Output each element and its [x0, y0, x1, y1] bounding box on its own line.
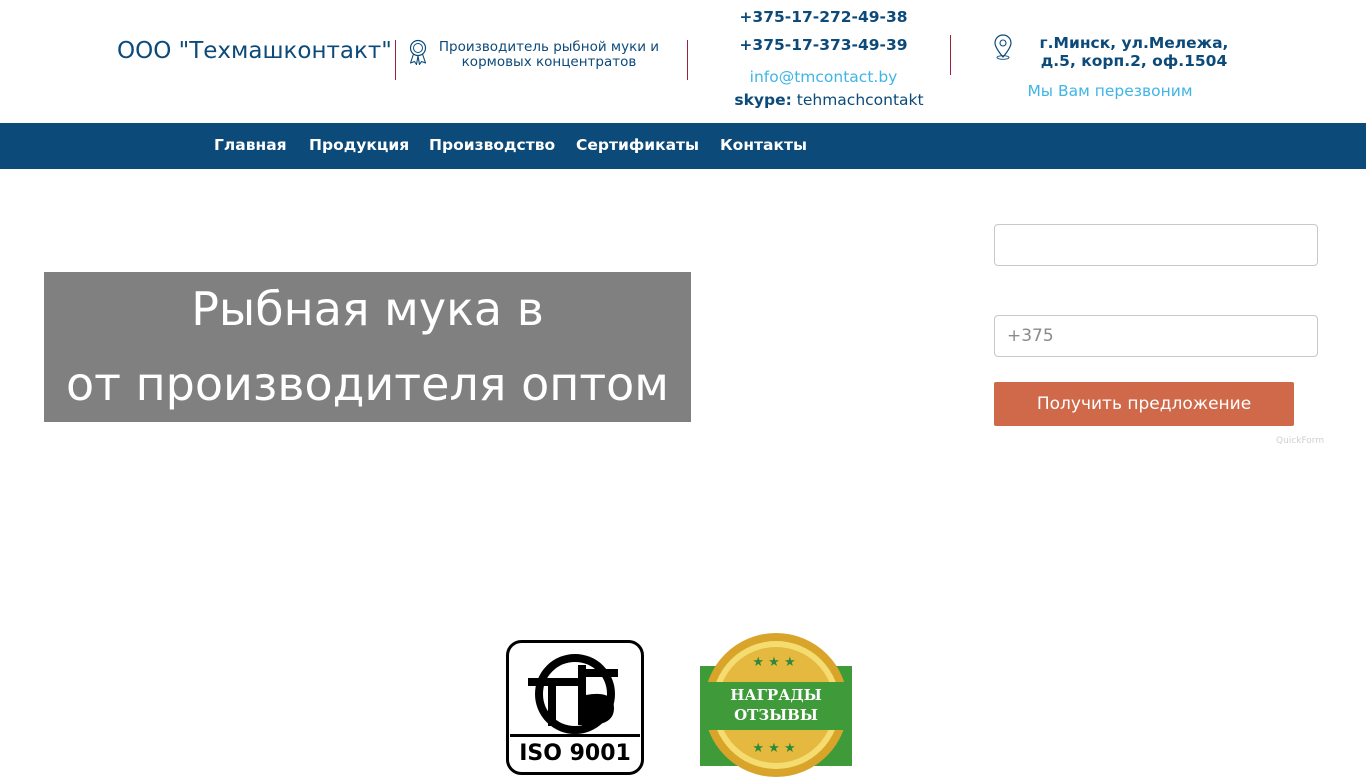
skype-label: skype: — [734, 91, 792, 109]
hero-banner: Рыбная мука в от производителя оптом — [44, 272, 691, 422]
hero-title-line-1: Рыбная мука в — [191, 282, 544, 336]
header-divider — [950, 35, 951, 75]
awards-line-1: НАГРАДЫ — [730, 686, 822, 704]
name-input[interactable] — [994, 224, 1318, 266]
iso-9001-badge[interactable]: ISO 9001 — [506, 640, 646, 775]
iso-label: ISO 9001 — [519, 741, 631, 766]
email-link[interactable]: info@tmcontact.by — [703, 68, 944, 86]
awards-line-2: ОТЗЫВЫ — [734, 706, 818, 724]
skype-contact: skype: tehmachcontakt — [703, 91, 955, 109]
skype-value[interactable]: tehmachcontakt — [797, 91, 924, 109]
svg-text:★ ★ ★: ★ ★ ★ — [752, 655, 795, 670]
nav-item-production[interactable]: Производство — [429, 136, 555, 154]
nav-item-products[interactable]: Продукция — [309, 136, 409, 154]
nav-item-contacts[interactable]: Контакты — [720, 136, 807, 154]
phone-input[interactable] — [994, 315, 1318, 357]
award-ribbon-icon — [407, 39, 429, 66]
get-offer-button[interactable]: Получить предложение — [994, 382, 1294, 426]
nav-item-home[interactable]: Главная — [214, 136, 287, 154]
header-divider — [687, 40, 688, 80]
header-divider — [395, 40, 396, 80]
callback-link[interactable]: Мы Вам перезвоним — [1000, 82, 1220, 100]
phone-link-1[interactable]: +375-17-272-49-38 — [703, 8, 944, 26]
nav-item-certificates[interactable]: Сертификаты — [576, 136, 699, 154]
map-pin-icon — [992, 34, 1014, 60]
company-address: г.Минск, ул.Мележа, д.5, корп.2, оф.1504 — [1039, 34, 1229, 70]
company-tagline: Производитель рыбной муки и кормовых кон… — [438, 39, 660, 70]
awards-reviews-badge[interactable]: ★ ★ ★ ★ ★ ★ НАГРАДЫ ОТЗЫВЫ — [700, 630, 852, 777]
svg-text:★ ★ ★: ★ ★ ★ — [752, 741, 795, 756]
quickform-brand: QuickForm — [1276, 436, 1325, 446]
phone-link-2[interactable]: +375-17-373-49-39 — [703, 36, 944, 54]
hero-title-line-2: от производителя оптом — [66, 357, 669, 411]
company-name[interactable]: ООО "Техмашконтакт" — [117, 38, 392, 64]
